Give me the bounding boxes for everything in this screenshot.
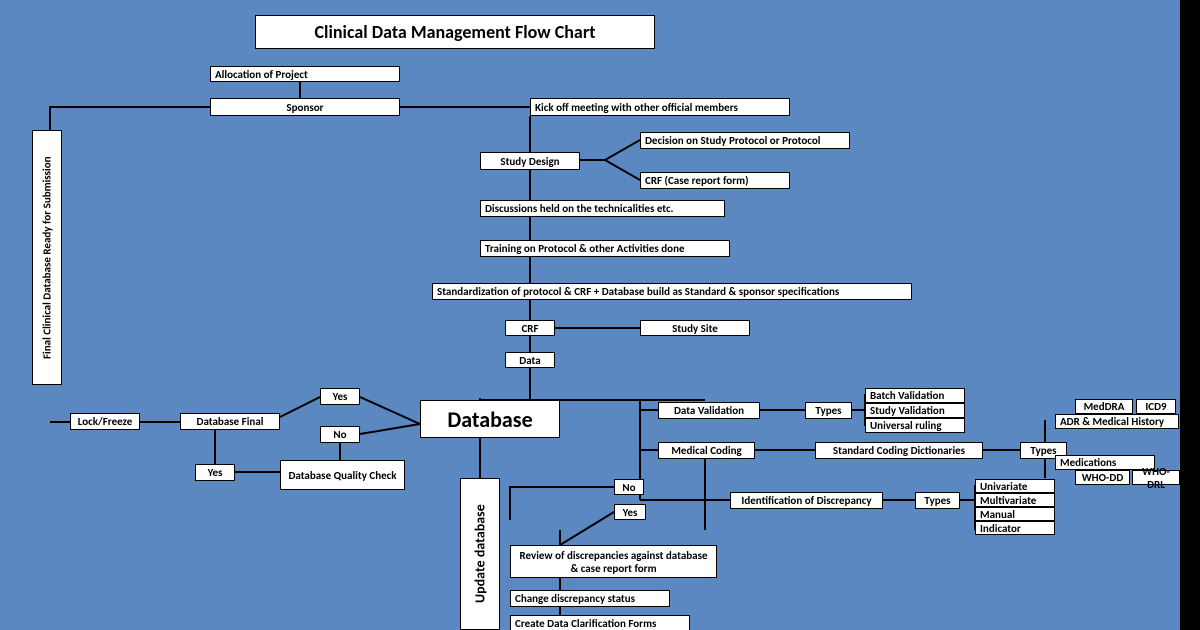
node-database: Database — [420, 400, 560, 438]
node-who-drl: WHO-DRL — [1132, 470, 1180, 485]
node-allocation: Allocation of Project — [210, 66, 400, 82]
node-identification: Identification of Discrepancy — [730, 492, 883, 509]
node-update-database: Update database — [460, 478, 500, 630]
node-batch-validation: Batch Validation — [865, 388, 965, 403]
node-types-1: Types — [805, 402, 852, 419]
node-yes-left: Yes — [195, 464, 235, 481]
node-data-validation: Data Validation — [658, 402, 760, 419]
node-study-validation: Study Validation — [865, 403, 965, 418]
node-training: Training on Protocol & other Activities … — [480, 240, 730, 257]
node-yes-right: Yes — [614, 504, 646, 520]
node-discussions: Discussions held on the technicalities e… — [480, 200, 725, 217]
node-meddra: MedDRA — [1075, 399, 1133, 414]
node-db-final: Database Final — [180, 413, 280, 430]
node-medical-coding: Medical Coding — [658, 442, 755, 459]
node-universal-ruling: Universal ruling — [865, 418, 965, 433]
flowchart-canvas: Clinical Data Management Flow Chart Allo… — [0, 0, 1180, 630]
node-indicator: Indicator — [975, 521, 1055, 535]
node-who-dd: WHO-DD — [1075, 470, 1130, 485]
node-adr-history: ADR & Medical History — [1055, 414, 1179, 429]
node-data: Data — [505, 352, 555, 368]
node-types-3: Types — [915, 492, 960, 509]
right-black-bar — [1180, 0, 1200, 630]
node-final-db-ready: Final Clinical Database Ready for Submis… — [32, 130, 62, 385]
node-standard-coding: Standard Coding Dictionaries — [815, 442, 983, 459]
node-change-status: Change discrepancy status — [510, 590, 670, 607]
node-no-mid: No — [320, 426, 360, 443]
node-standardization: Standardization of protocol & CRF + Data… — [432, 283, 912, 300]
node-icd9: ICD9 — [1136, 399, 1176, 414]
node-crf-form: CRF (Case report form) — [640, 172, 790, 189]
node-db-quality: Database Quality Check — [280, 460, 405, 490]
node-multivariate: Multivariate — [975, 493, 1055, 507]
node-create-dcf: Create Data Clarification Forms — [510, 615, 690, 630]
node-no: No — [614, 479, 644, 495]
node-decision-protocol: Decision on Study Protocol or Protocol — [640, 132, 850, 149]
node-lock-freeze: Lock/Freeze — [70, 413, 140, 430]
node-univariate: Univariate — [975, 479, 1055, 493]
node-study-site: Study Site — [640, 320, 750, 336]
node-manual: Manual — [975, 507, 1055, 521]
connectors — [0, 0, 1180, 630]
node-yes-top: Yes — [320, 388, 360, 405]
node-sponsor: Sponsor — [210, 98, 400, 116]
node-review: Review of discrepancies against database… — [510, 545, 717, 578]
node-crf: CRF — [505, 320, 555, 336]
node-study-design: Study Design — [480, 152, 580, 170]
flowchart-title: Clinical Data Management Flow Chart — [255, 15, 655, 49]
node-kickoff: Kick off meeting with other official mem… — [530, 98, 790, 116]
